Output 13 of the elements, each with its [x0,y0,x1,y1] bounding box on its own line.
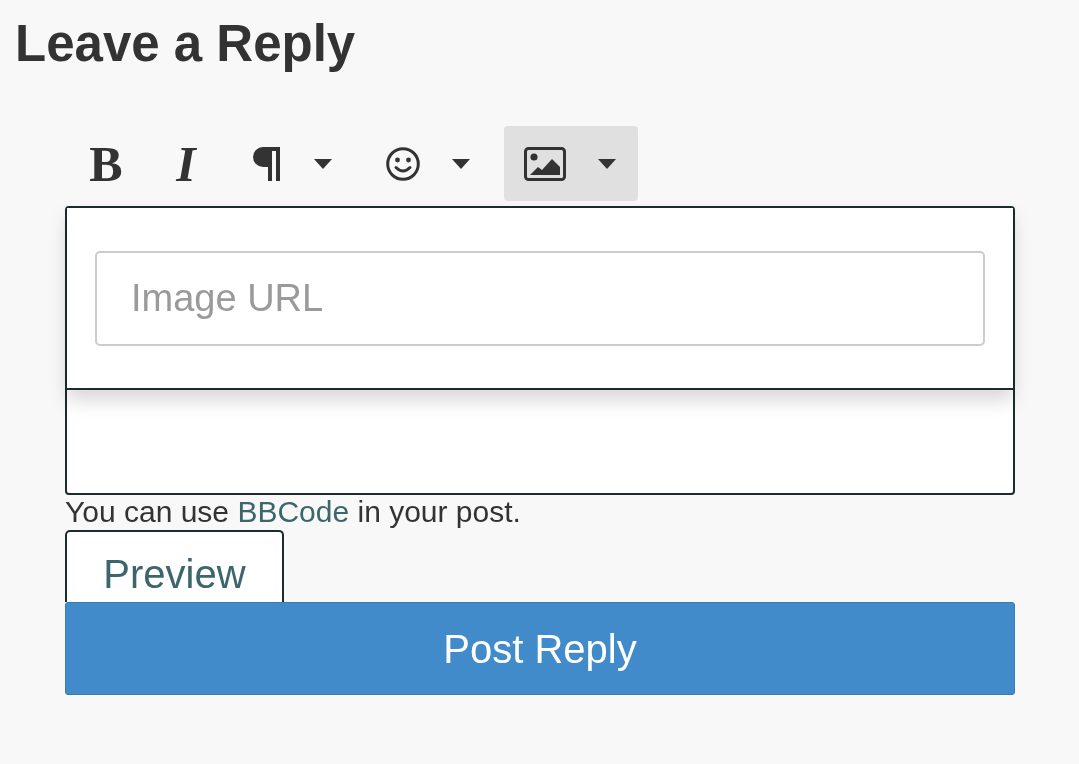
help-text: You can use BBCode in your post. [65,495,521,529]
italic-button[interactable]: I [152,126,220,201]
smiley-icon [386,146,420,181]
paragraph-icon [252,146,282,181]
bold-button[interactable]: B [72,126,140,201]
preview-button[interactable]: Preview [65,530,284,602]
image-icon [524,146,566,181]
post-reply-button[interactable]: Post Reply [65,602,1015,695]
section-heading: Leave a Reply [15,14,356,74]
image-url-field[interactable]: Image URL [95,251,985,346]
bbcode-link[interactable]: BBCode [237,495,350,528]
text-editor-field[interactable]: Image URL [65,206,1015,495]
image-button[interactable] [504,126,638,201]
